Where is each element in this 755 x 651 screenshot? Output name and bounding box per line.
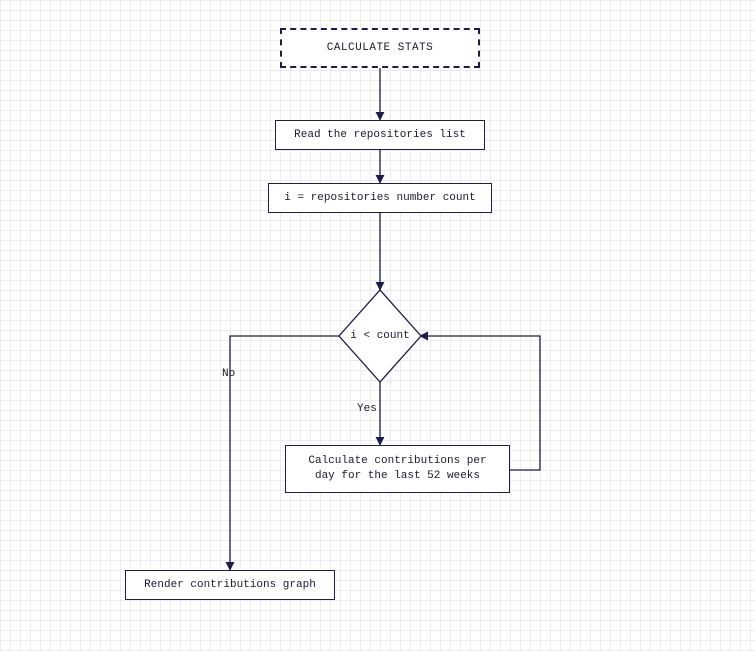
step-calculate: Calculate contributions per day for the … <box>285 445 510 493</box>
step-init-counter-text: i = repositories number count <box>284 191 475 206</box>
edge-label-yes: Yes <box>353 403 381 415</box>
step-init-counter: i = repositories number count <box>268 183 492 213</box>
edge-label-no-text: No <box>222 368 235 380</box>
edge-label-yes-text: Yes <box>357 403 377 415</box>
step-read-list: Read the repositories list <box>275 120 485 150</box>
step-render-text: Render contributions graph <box>144 578 316 593</box>
flowchart-canvas: CALCULATE STATS Read the repositories li… <box>0 0 755 651</box>
step-read-list-text: Read the repositories list <box>294 128 466 143</box>
title-text: CALCULATE STATS <box>327 41 434 56</box>
decision-condition-text: i < count <box>348 330 411 342</box>
title-box: CALCULATE STATS <box>280 28 480 68</box>
edge-label-no: No <box>218 368 239 380</box>
step-calculate-text: Calculate contributions per day for the … <box>308 454 486 484</box>
decision-diamond: i < count <box>339 290 421 382</box>
step-render: Render contributions graph <box>125 570 335 600</box>
